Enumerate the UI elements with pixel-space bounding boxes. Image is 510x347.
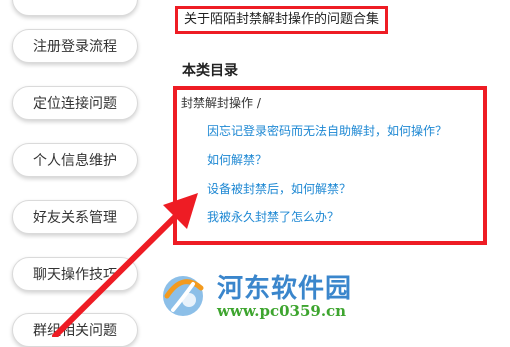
watermark-url: www.pc0359.cn — [217, 302, 347, 320]
watermark: 河东软件园 www.pc0359.cn — [155, 266, 395, 330]
watermark-logo-icon — [163, 276, 204, 316]
watermark-site-name: 河东软件园 — [217, 274, 353, 304]
